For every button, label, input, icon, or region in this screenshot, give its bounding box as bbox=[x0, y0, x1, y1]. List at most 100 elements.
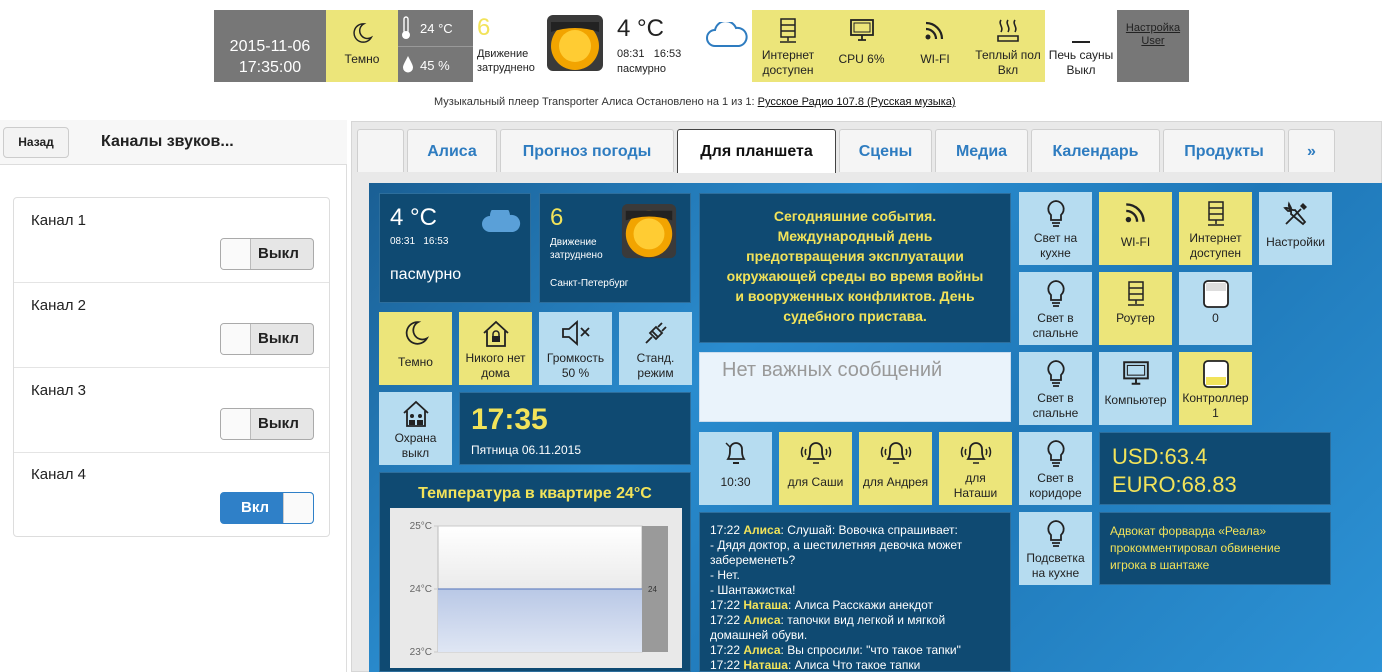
wifi-icon bbox=[1125, 203, 1145, 223]
alarm-tile[interactable]: 10:30 bbox=[699, 432, 772, 505]
traffic-light-icon bbox=[547, 15, 603, 71]
temperature-block: 24 °C bbox=[398, 10, 473, 46]
alarm-andrey-tile[interactable]: для Андрея bbox=[859, 432, 932, 505]
floor-heating-tile[interactable]: Теплый пол Вкл bbox=[971, 10, 1045, 82]
power-mode-tile[interactable]: Станд. режим bbox=[619, 312, 692, 385]
bell-icon bbox=[724, 442, 746, 464]
sensor-tile[interactable]: 0 bbox=[1179, 272, 1252, 345]
toggle-label: Выкл bbox=[258, 245, 299, 262]
plug-icon bbox=[644, 322, 667, 344]
chat-time: 17:22 bbox=[710, 598, 744, 612]
dash-traffic-label: Движение затруднено bbox=[550, 236, 603, 262]
channel-toggle[interactable]: Выкл bbox=[220, 408, 314, 440]
backlight-kitchen-tile[interactable]: Подсветка на кухне bbox=[1019, 512, 1092, 585]
computer-label: Компьютер bbox=[1104, 393, 1167, 407]
sunrise: 08:31 bbox=[617, 48, 645, 60]
tab-tablet[interactable]: Для планшета bbox=[677, 129, 836, 173]
nobody-line1: Никого нет bbox=[465, 351, 526, 365]
chat-log: 17:22 Алиса: Слушай: Вовочка спрашивает:… bbox=[699, 512, 1011, 672]
tab-scenes[interactable]: Сцены bbox=[839, 129, 932, 172]
nobody-home-tile[interactable]: Никого нет дома bbox=[459, 312, 532, 385]
tab-products[interactable]: Продукты bbox=[1163, 129, 1285, 172]
internet-label2: доступен bbox=[762, 63, 814, 77]
monitor-icon bbox=[1122, 361, 1149, 385]
cloud-icon bbox=[706, 22, 748, 47]
router-tile[interactable]: Роутер bbox=[1099, 272, 1172, 345]
clock-widget: 17:35 Пятница 06.11.2015 bbox=[459, 392, 691, 465]
backlight-line2: на кухне bbox=[1031, 566, 1080, 580]
internet-line2: доступен bbox=[1189, 246, 1242, 260]
events-widget: Сегодняшние события. Международный день … bbox=[699, 193, 1011, 343]
back-button[interactable]: Назад bbox=[3, 127, 69, 158]
traffic-widget[interactable]: 6 Движение затруднено Санкт-Петербург bbox=[539, 193, 691, 303]
weather-widget[interactable]: 4 °C 08:31 16:53 пасмурно bbox=[379, 193, 531, 303]
chat-message: - Нет. bbox=[710, 568, 1000, 583]
dark-mode-tile[interactable]: Темно bbox=[326, 10, 398, 82]
cpu-tile[interactable]: CPU 6% bbox=[824, 10, 899, 82]
temperature-chart: 25°C 24°C 23°C 24 bbox=[390, 508, 682, 668]
sauna-tile[interactable]: Печь сауны Выкл bbox=[1045, 10, 1117, 82]
drop-icon bbox=[403, 56, 413, 73]
channels-list: Канал 1 Выкл Канал 2 Выкл Канал 3 Выкл К… bbox=[13, 197, 330, 537]
light-bed-b-line2: спальне bbox=[1032, 406, 1079, 420]
floor-label1: Теплый пол bbox=[975, 48, 1041, 62]
chat-user: Алиса bbox=[743, 523, 781, 537]
player-link[interactable]: Русское Радио 107.8 (Русская музыка) bbox=[758, 96, 956, 108]
dark-mode-tile[interactable]: Темно bbox=[379, 312, 452, 385]
news-widget[interactable]: Адвокат форварда «Реала» прокомментирова… bbox=[1099, 512, 1331, 585]
sunset: 16:53 bbox=[653, 48, 682, 60]
bell-ring-icon bbox=[960, 442, 991, 464]
sensor-value: 0 bbox=[1212, 311, 1219, 325]
mode-line2: режим bbox=[637, 366, 674, 380]
settings-link[interactable]: Настройка bbox=[1117, 22, 1189, 35]
chat-message: 17:22 Алиса: Вы спросили: "что такое тап… bbox=[710, 643, 1000, 658]
dash-weather-desc: пасмурно bbox=[390, 266, 462, 283]
y-tick-label: 24°C bbox=[410, 584, 432, 595]
internet-tile[interactable]: Интернет доступен bbox=[752, 10, 824, 82]
controller-line1: Контроллер bbox=[1182, 391, 1249, 405]
chat-text: - Нет. bbox=[710, 568, 740, 582]
channel-toggle[interactable]: Вкл bbox=[220, 492, 314, 524]
settings-tile[interactable]: Настройки bbox=[1259, 192, 1332, 265]
tab-blank[interactable] bbox=[357, 129, 404, 172]
tab-weather[interactable]: Прогноз погоды bbox=[500, 129, 674, 172]
light-kitchen-tile[interactable]: Свет на кухне bbox=[1019, 192, 1092, 265]
channel-toggle[interactable]: Выкл bbox=[220, 238, 314, 270]
security-tile[interactable]: Охрана выкл bbox=[379, 392, 452, 465]
dash-traffic-level: 6 bbox=[550, 204, 564, 231]
alarm-sasha-tile[interactable]: для Саши bbox=[779, 432, 852, 505]
volume-tile[interactable]: Громкость 50 % bbox=[539, 312, 612, 385]
traffic-label-line1: Движение bbox=[477, 48, 529, 60]
alarm-natasha-tile[interactable]: для Наташи bbox=[939, 432, 1012, 505]
chat-text: - Шантажистка! bbox=[710, 583, 796, 597]
alarm-natasha-line2: Наташи bbox=[953, 486, 998, 500]
light-hall-tile[interactable]: Свет в коридоре bbox=[1019, 432, 1092, 505]
wifi-label: WI-FI bbox=[1120, 235, 1151, 249]
player-status: Музыкальный плеер Transporter Алиса Оста… bbox=[434, 96, 956, 108]
time-text: 17:35:00 bbox=[238, 59, 302, 76]
wifi-label: WI-FI bbox=[920, 52, 950, 66]
temperature-chart-widget: Температура в квартире 24°C 25°C 24°C 23°C… bbox=[379, 472, 691, 672]
channel-toggle[interactable]: Выкл bbox=[220, 323, 314, 355]
light-bedroom-tile[interactable]: Свет в спальне bbox=[1019, 272, 1092, 345]
tab-alisa[interactable]: Алиса bbox=[407, 129, 497, 172]
currency-widget: USD:63.4 EURO:68.83 bbox=[1099, 432, 1331, 505]
wifi-tile[interactable]: WI-FI bbox=[1099, 192, 1172, 265]
speaker-mute-icon bbox=[561, 320, 590, 346]
wifi-tile[interactable]: WI-FI bbox=[899, 10, 971, 82]
tab-more[interactable]: » bbox=[1288, 129, 1335, 172]
user-link[interactable]: User bbox=[1117, 35, 1189, 48]
tab-calendar[interactable]: Календарь bbox=[1031, 129, 1160, 172]
tab-media[interactable]: Медиа bbox=[935, 129, 1028, 172]
light-bedroom-2-tile[interactable]: Свет в спальне bbox=[1019, 352, 1092, 425]
controller-tile[interactable]: Контроллер 1 bbox=[1179, 352, 1252, 425]
monitor-icon bbox=[849, 19, 874, 41]
date-text: 2015-11-06 bbox=[229, 38, 311, 55]
guard-line2: выкл bbox=[401, 446, 430, 460]
sauna-icon bbox=[1072, 41, 1090, 43]
computer-tile[interactable]: Компьютер bbox=[1099, 352, 1172, 425]
chat-message: 17:22 Алиса: тапочки вид легкой и мягкой… bbox=[710, 613, 1000, 643]
internet-tile[interactable]: Интернет доступен bbox=[1179, 192, 1252, 265]
server-icon bbox=[1127, 281, 1144, 306]
device-icon bbox=[1202, 280, 1229, 308]
